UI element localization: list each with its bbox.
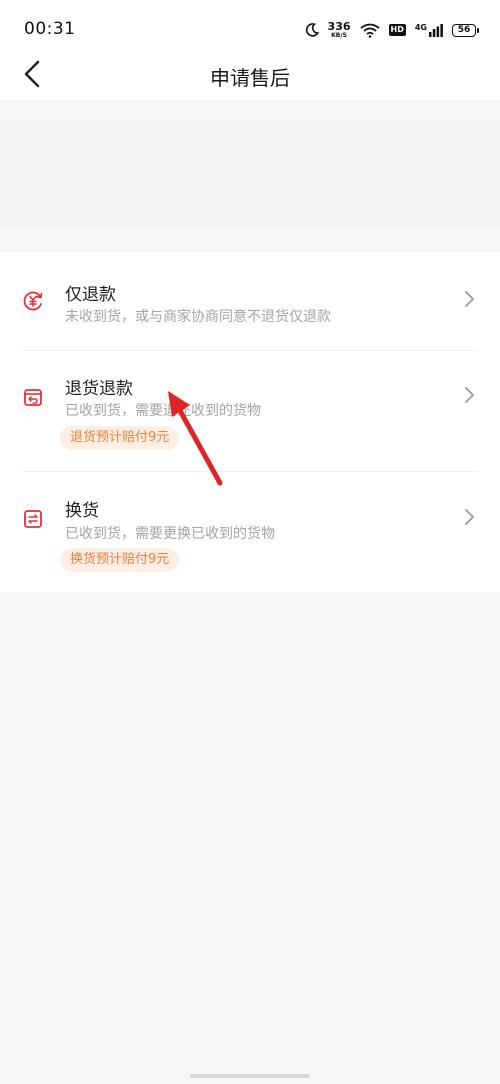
option-title: 退货退款 xyxy=(65,379,133,399)
speed-value: 336 xyxy=(327,20,351,33)
option-return-refund[interactable]: 退货退款 已收到货，需要退还收到的货物 退货预计赔付9元 xyxy=(0,351,500,471)
status-time: 00:31 xyxy=(24,19,76,39)
option-title: 仅退款 xyxy=(65,285,116,305)
after-sale-options: 仅退款 未收到货，或与商家协商同意不退货仅退款 退货退款 已收到货，需要退还收到… xyxy=(0,252,500,592)
battery-indicator: 56 xyxy=(452,23,479,37)
option-description: 已收到货，需要更换已收到的货物 xyxy=(65,526,275,542)
hd-badge: HD xyxy=(388,24,406,36)
network-speed: 336 KB/S xyxy=(328,21,351,39)
chevron-right-icon xyxy=(465,387,474,403)
compensation-badge: 退货预计赔付9元 xyxy=(60,426,180,450)
speed-unit: KB/S xyxy=(331,32,347,39)
page-title: 申请售后 xyxy=(210,66,290,90)
status-icons: 336 KB/S HD 4G 56 xyxy=(305,17,479,43)
cellular-signal: 4G xyxy=(414,22,443,37)
signal-bars-icon xyxy=(429,23,443,37)
return-box-icon xyxy=(24,389,42,406)
chevron-right-icon xyxy=(465,509,474,525)
wifi-icon xyxy=(359,23,380,38)
option-refund-only[interactable]: 仅退款 未收到货，或与商家协商同意不退货仅退款 xyxy=(0,252,500,350)
section-gap xyxy=(0,228,500,252)
option-exchange[interactable]: 换货 已收到货，需要更换已收到的货物 换货预计赔付9元 xyxy=(0,472,500,592)
compensation-badge: 换货预计赔付9元 xyxy=(60,548,180,572)
option-description: 已收到货，需要退还收到的货物 xyxy=(65,403,261,419)
network-type: 4G xyxy=(414,22,427,32)
chevron-right-icon xyxy=(465,291,474,307)
nav-bar: 申请售后 xyxy=(0,48,500,100)
moon-icon xyxy=(305,23,319,37)
refund-yen-icon xyxy=(23,291,43,311)
option-description: 未收到货，或与商家协商同意不退货仅退款 xyxy=(65,309,331,325)
option-title: 换货 xyxy=(65,501,99,521)
home-indicator[interactable] xyxy=(190,1074,310,1078)
exchange-icon xyxy=(24,510,42,528)
header: 00:31 336 KB/S HD 4G 56 申请售后 xyxy=(0,0,500,100)
order-summary-placeholder xyxy=(0,120,500,228)
